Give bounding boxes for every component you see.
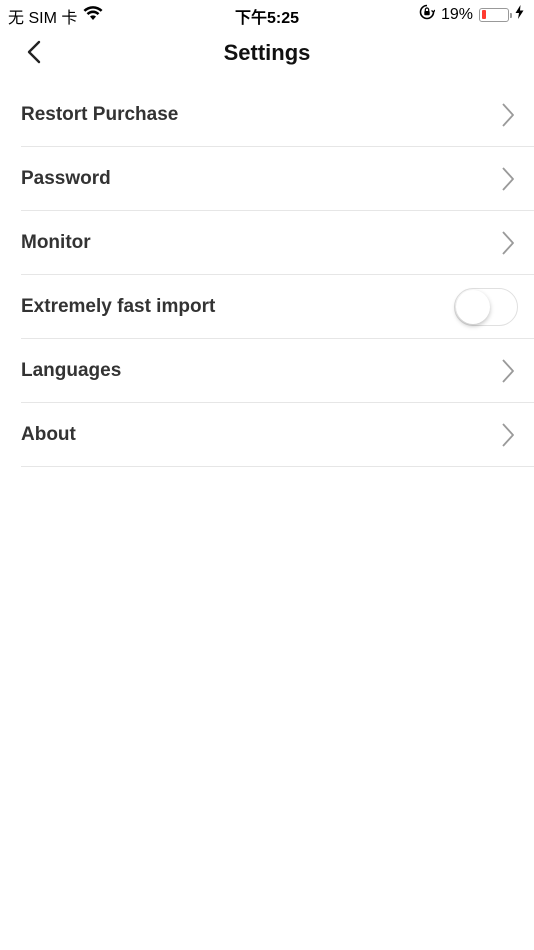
settings-item-monitor[interactable]: Monitor — [21, 211, 534, 275]
settings-item-label: Password — [21, 167, 111, 189]
fast-import-toggle[interactable] — [454, 287, 518, 326]
settings-item-restore-purchase[interactable]: Restort Purchase — [21, 83, 534, 147]
status-right: 19% — [419, 4, 524, 25]
status-bar: 无 SIM 卡 下午5:25 19% — [0, 0, 534, 28]
settings-item-about[interactable]: About — [21, 403, 534, 467]
charging-bolt-icon — [515, 5, 524, 24]
chevron-right-icon — [500, 422, 516, 448]
toggle-knob — [456, 289, 490, 324]
settings-item-password[interactable]: Password — [21, 147, 534, 211]
orientation-lock-icon — [419, 4, 436, 25]
page-title: Settings — [223, 40, 311, 65]
battery-percent: 19% — [440, 5, 473, 23]
battery-level-fill — [481, 10, 487, 19]
chevron-right-icon — [500, 102, 516, 128]
settings-item-extremely-fast-import: Extremely fast import — [21, 275, 534, 339]
settings-item-label: Monitor — [21, 231, 91, 253]
settings-item-languages[interactable]: Languages — [21, 339, 534, 403]
chevron-right-icon — [500, 166, 516, 192]
settings-item-label: Languages — [21, 359, 122, 381]
navigation-bar: Settings — [0, 28, 534, 80]
chevron-right-icon — [500, 230, 516, 256]
settings-item-label: About — [21, 423, 76, 445]
settings-item-label: Extremely fast import — [21, 295, 216, 317]
battery-icon — [479, 7, 512, 22]
settings-list: Restort Purchase Password Monitor Extrem… — [21, 83, 534, 467]
settings-item-label: Restort Purchase — [21, 103, 179, 125]
chevron-right-icon — [500, 358, 516, 384]
